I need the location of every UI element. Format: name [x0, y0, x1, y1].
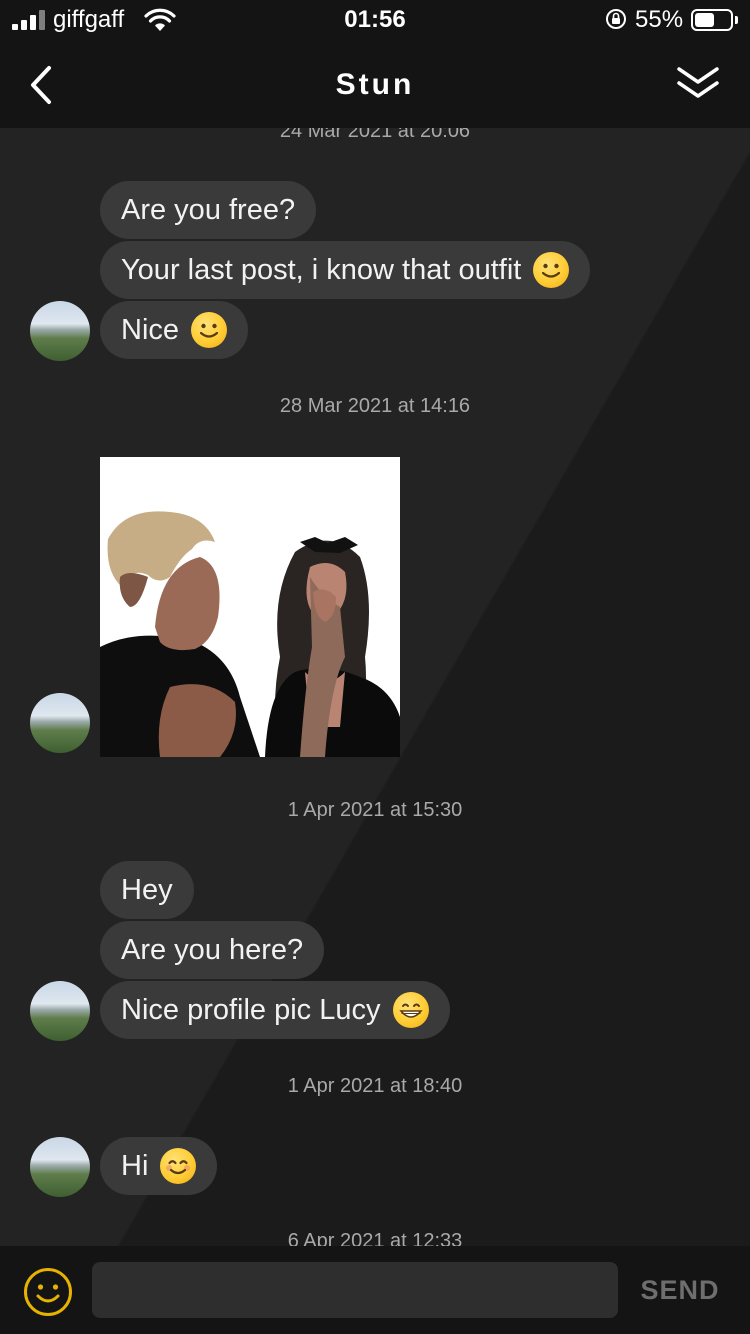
chat-title: Stun [335, 68, 415, 101]
shared-photo-message[interactable] [100, 457, 400, 757]
contact-avatar[interactable] [30, 981, 90, 1041]
couple-photo-image [100, 457, 400, 757]
grinning-face-emoji-icon [392, 992, 429, 1028]
slightly-smiling-face-emoji-icon [191, 312, 228, 348]
timestamp: 28 Mar 2021 at 14:16 [279, 395, 471, 417]
message-text: Nice profile pic Lucy [121, 994, 381, 1026]
battery-tip [735, 16, 738, 24]
timestamp: 24 Mar 2021 at 20:06 [279, 128, 471, 142]
message-text: Hi [121, 1150, 149, 1182]
message-bubble[interactable]: Nice profile pic Lucy [100, 981, 450, 1039]
message-bubble[interactable]: Hey [100, 861, 194, 919]
contact-avatar[interactable] [30, 1137, 90, 1197]
timestamp: 6 Apr 2021 at 12:33 [287, 1230, 463, 1246]
message-input[interactable] [92, 1262, 618, 1318]
status-bar: giffgaff 01:56 55% [0, 0, 750, 42]
battery-level-fill [695, 13, 714, 27]
message-bubble[interactable]: Your last post, i know that outfit [100, 241, 591, 299]
message-bubble[interactable]: Nice [100, 301, 249, 359]
contact-avatar[interactable] [30, 301, 90, 361]
message-bubble[interactable]: Are you here? [100, 921, 325, 979]
double-chevron-down-icon[interactable] [674, 64, 722, 104]
message-bubble[interactable]: Are you free? [100, 181, 317, 239]
message-bubble[interactable]: Hi [100, 1137, 218, 1195]
timestamp: 1 Apr 2021 at 18:40 [287, 1075, 463, 1097]
message-text: Your last post, i know that outfit [121, 254, 522, 286]
timestamp: 1 Apr 2021 at 15:30 [287, 799, 463, 821]
send-button[interactable]: SEND [630, 1262, 730, 1318]
message-list[interactable]: 24 Mar 2021 at 20:06 Are you free? Your … [0, 128, 750, 1246]
message-composer: SEND [0, 1246, 750, 1334]
smiley-icon[interactable] [22, 1266, 74, 1318]
message-text: Are you free? [121, 194, 296, 226]
message-text: Nice [121, 314, 180, 346]
message-text: Hey [121, 874, 173, 906]
chat-header: Stun [0, 42, 750, 128]
smiling-face-with-smiling-eyes-emoji-icon [160, 1148, 197, 1184]
orientation-lock-icon [606, 9, 626, 29]
contact-avatar[interactable] [30, 693, 90, 753]
message-text: Are you here? [121, 934, 304, 966]
battery-percentage: 55% [635, 6, 684, 33]
slightly-smiling-face-emoji-icon [533, 252, 570, 288]
battery-icon [691, 9, 733, 31]
